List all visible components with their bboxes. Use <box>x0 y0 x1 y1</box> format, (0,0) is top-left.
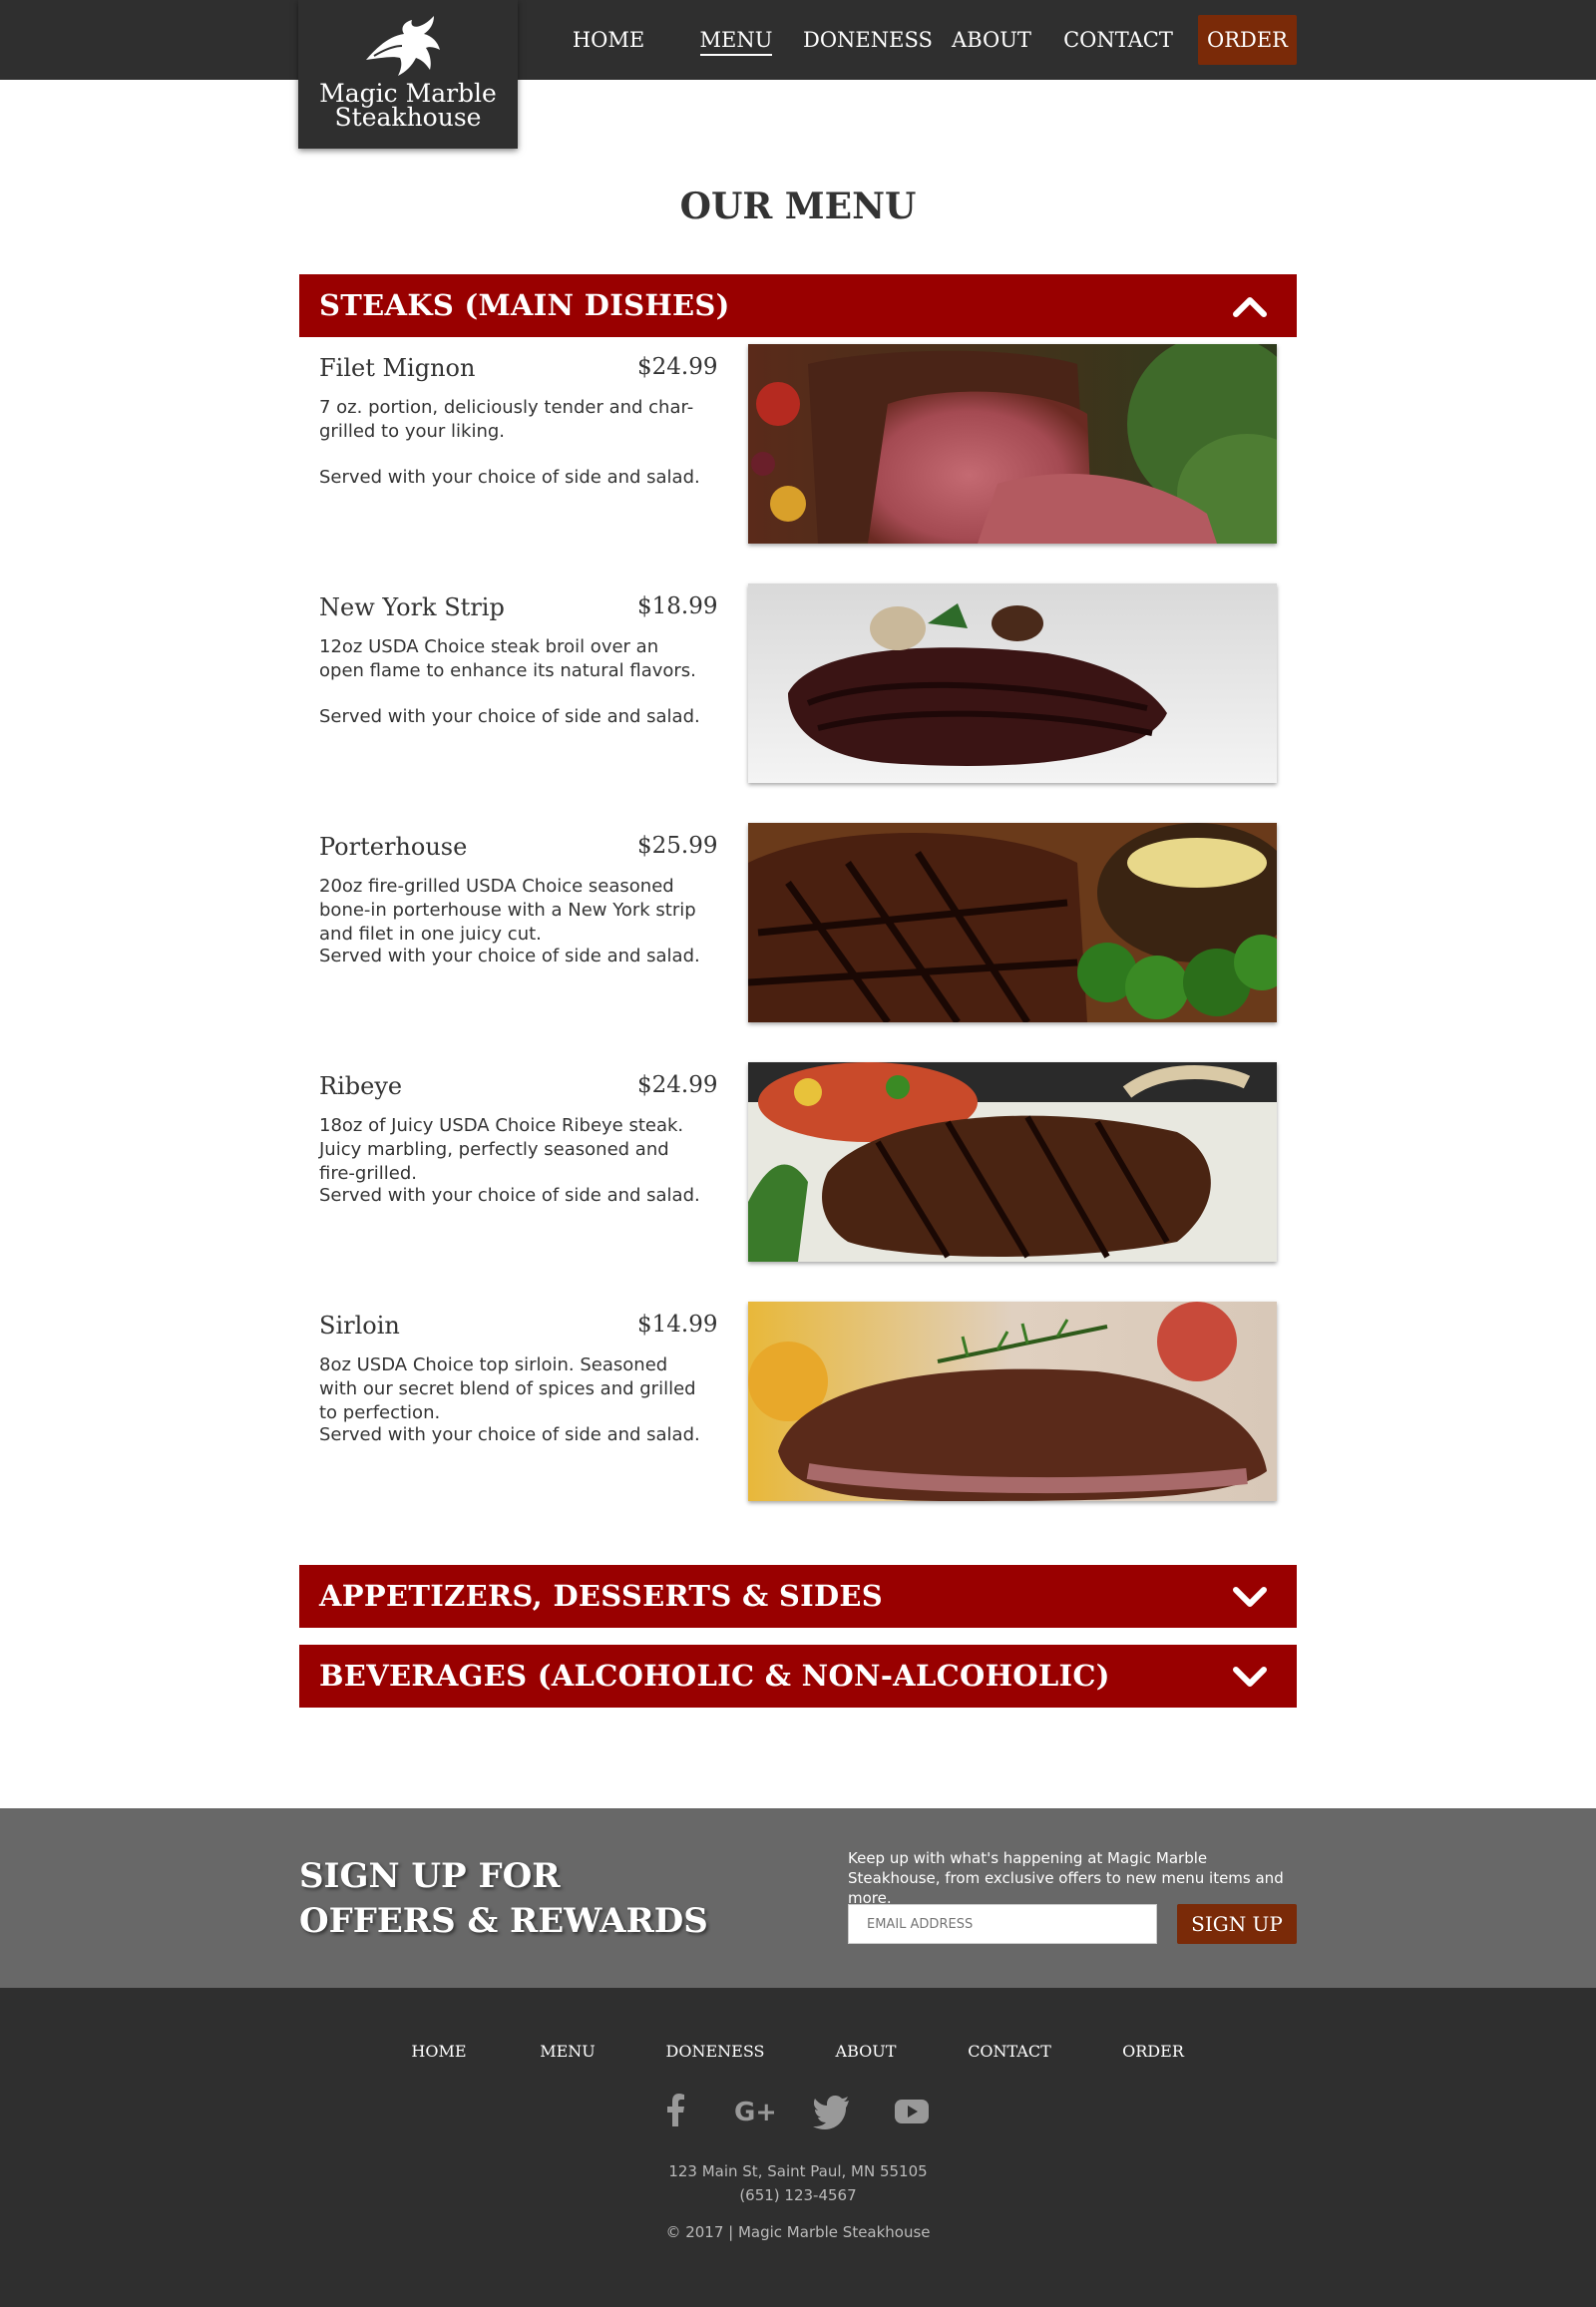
item-description: 12oz USDA Choice steak broil over an ope… <box>319 636 696 681</box>
nav-contact-label: CONTACT <box>1063 28 1173 52</box>
footer-nav-menu[interactable]: MENU <box>533 2042 602 2066</box>
menu-item-ribeye: Ribeye $24.99 18oz of Juicy USDA Choice … <box>299 1062 1297 1282</box>
email-input[interactable] <box>848 1904 1157 1944</box>
item-name: Sirloin <box>319 1312 400 1340</box>
item-name: New York Strip <box>319 593 505 621</box>
category-steaks-toggle[interactable]: STEAKS (MAIN DISHES) <box>299 274 1297 337</box>
main-nav: HOME MENU DONENESS ABOUT CONTACT ORDER <box>0 0 1596 80</box>
item-price: $24.99 <box>637 354 718 380</box>
item-price: $24.99 <box>637 1072 718 1098</box>
footer-address: 123 Main St, Saint Paul, MN 55105 <box>668 2162 928 2180</box>
signup-title-line1: SIGN UP FOR <box>299 1856 561 1896</box>
category-beverages-label: BEVERAGES (ALCOHOLIC & NON-ALCOHOLIC) <box>319 1659 1110 1693</box>
item-name: Filet Mignon <box>319 354 476 382</box>
nav-contact[interactable]: CONTACT <box>1063 24 1173 56</box>
footer-nav-about[interactable]: ABOUT <box>830 2042 902 2066</box>
item-serving-note: Served with your choice of side and sala… <box>319 706 700 727</box>
item-price: $25.99 <box>637 833 718 859</box>
sirloin-photo <box>748 1302 1277 1501</box>
footer-nav-doneness[interactable]: DONENESS <box>662 2042 768 2066</box>
menu-item-new-york-strip: New York Strip $18.99 12oz USDA Choice s… <box>299 583 1297 803</box>
svg-text:G+: G+ <box>734 2098 774 2127</box>
nav-about[interactable]: ABOUT <box>950 24 1033 56</box>
footer: HOME MENU DONENESS ABOUT CONTACT ORDER G… <box>0 1988 1596 2307</box>
menu-item-sirloin: Sirloin $14.99 8oz USDA Choice top sirlo… <box>299 1302 1297 1521</box>
category-steaks-label: STEAKS (MAIN DISHES) <box>319 288 730 322</box>
category-appetizers-toggle[interactable]: APPETIZERS, DESSERTS & SIDES <box>299 1565 1297 1628</box>
item-description: 7 oz. portion, deliciously tender and ch… <box>319 397 694 442</box>
item-serving-note: Served with your choice of side and sala… <box>319 946 700 966</box>
chevron-up-icon <box>1233 297 1267 317</box>
top-navigation-bar: HOME MENU DONENESS ABOUT CONTACT ORDER <box>0 0 1596 80</box>
google-plus-icon[interactable]: G+ <box>734 2091 774 2130</box>
item-price: $18.99 <box>637 593 718 619</box>
signup-title-line2: OFFERS & REWARDS <box>299 1901 708 1941</box>
nav-menu[interactable]: MENU <box>696 24 776 56</box>
item-description: 18oz of Juicy USDA Choice Ribeye steak. … <box>319 1115 684 1184</box>
item-serving-note: Served with your choice of side and sala… <box>319 1424 700 1445</box>
nav-doneness[interactable]: DONENESS <box>803 24 933 56</box>
footer-nav-home[interactable]: HOME <box>404 2042 474 2066</box>
ribeye-photo <box>748 1062 1277 1262</box>
signup-title: SIGN UP FOR OFFERS & REWARDS <box>299 1854 718 1944</box>
footer-phone: (651) 123-4567 <box>739 2186 857 2204</box>
new-york-strip-photo <box>748 583 1277 783</box>
nav-about-label: ABOUT <box>952 28 1031 52</box>
footer-nav-order[interactable]: ORDER <box>1117 2042 1189 2066</box>
nav-order-button[interactable]: ORDER <box>1198 15 1297 65</box>
menu-item-filet-mignon: Filet Mignon $24.99 7 oz. portion, delic… <box>299 344 1297 564</box>
twitter-icon[interactable] <box>813 2091 853 2130</box>
footer-copyright: © 2017 | Magic Marble Steakhouse <box>665 2223 931 2241</box>
item-name: Porterhouse <box>319 833 468 861</box>
item-serving-note: Served with your choice of side and sala… <box>319 1185 700 1206</box>
nav-home-label: HOME <box>572 28 645 52</box>
chevron-down-icon <box>1233 1587 1267 1607</box>
brand-name-line2: Steakhouse <box>334 103 482 132</box>
brand-logo[interactable]: Magic Marble Steakhouse <box>298 0 518 149</box>
menu-item-porterhouse: Porterhouse $25.99 20oz fire-grilled USD… <box>299 823 1297 1042</box>
item-description: 20oz fire-grilled USDA Choice seasoned b… <box>319 876 696 945</box>
category-appetizers-label: APPETIZERS, DESSERTS & SIDES <box>319 1579 884 1613</box>
chevron-down-icon <box>1233 1667 1267 1687</box>
category-beverages-toggle[interactable]: BEVERAGES (ALCOHOLIC & NON-ALCOHOLIC) <box>299 1645 1297 1708</box>
nav-doneness-label: DONENESS <box>803 28 933 52</box>
facebook-icon[interactable] <box>656 2091 696 2130</box>
bull-logo-icon <box>366 16 440 76</box>
signup-button[interactable]: SIGN UP <box>1177 1904 1297 1944</box>
item-serving-note: Served with your choice of side and sala… <box>319 467 700 488</box>
item-price: $14.99 <box>637 1312 718 1338</box>
youtube-icon[interactable] <box>892 2091 932 2130</box>
item-description: 8oz USDA Choice top sirloin. Seasoned wi… <box>319 1354 696 1423</box>
nav-home[interactable]: HOME <box>569 24 648 56</box>
signup-section: SIGN UP FOR OFFERS & REWARDS Keep up wit… <box>0 1808 1596 1988</box>
footer-nav-contact[interactable]: CONTACT <box>964 2042 1055 2066</box>
filet-mignon-photo <box>748 344 1277 544</box>
item-name: Ribeye <box>319 1072 403 1100</box>
page-title: OUR MENU <box>679 186 917 227</box>
porterhouse-photo <box>748 823 1277 1022</box>
signup-blurb: Keep up with what's happening at Magic M… <box>848 1849 1284 1907</box>
nav-menu-label: MENU <box>699 28 773 56</box>
